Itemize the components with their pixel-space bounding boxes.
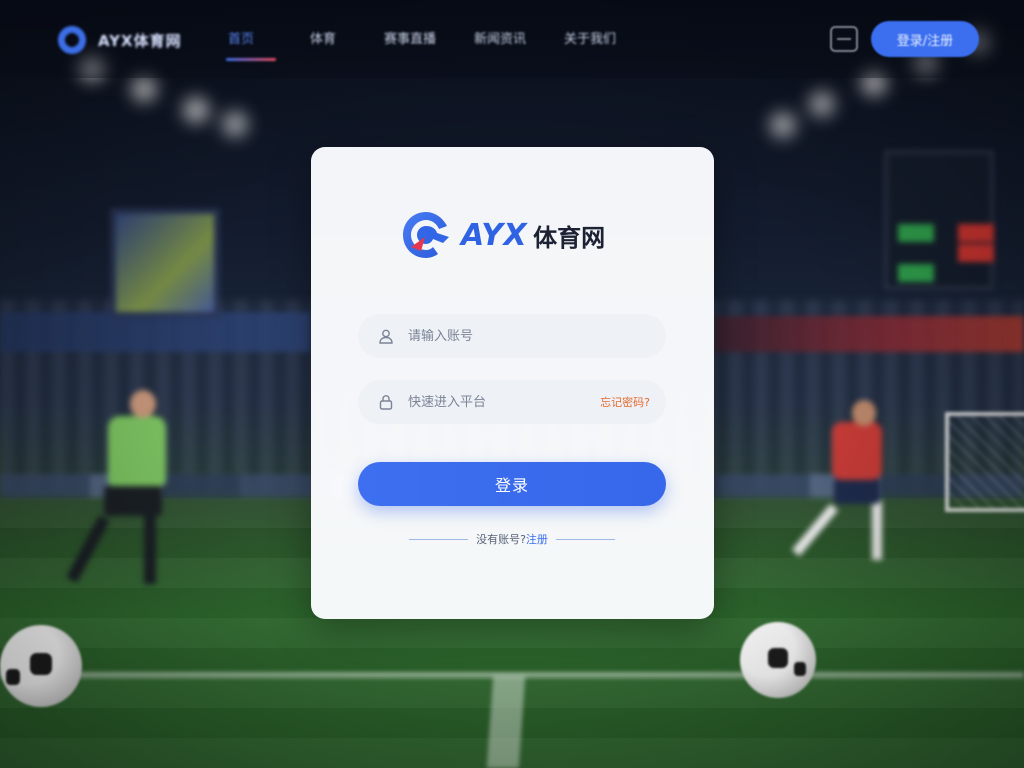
logo-mark-icon [54,24,90,56]
nav-logo[interactable]: AYX体育网 [54,22,182,58]
brand-mark-icon [403,212,449,258]
password-input[interactable] [408,394,601,410]
nav-link-sports[interactable]: 体育 [310,28,384,61]
nav-logo-text: AYX体育网 [98,31,182,50]
brand-logo: AYX 体育网 [399,207,605,263]
username-field[interactable] [358,314,666,358]
login-submit-button[interactable]: 登录 [358,462,666,506]
divider-left [409,538,469,540]
nav-login-register-button[interactable]: 登录/注册 [871,21,979,57]
register-link[interactable]: 注册 [526,533,548,546]
brand-name-chinese: 体育网 [533,223,606,252]
menu-icon[interactable] [830,26,858,52]
register-prompt-text: 没有账号?注册 [476,531,548,547]
user-icon [379,329,393,344]
nav-links: 首页 体育 赛事直播 新闻资讯 关于我们 [226,28,654,61]
lock-icon [379,395,393,410]
register-prompt: 没有账号?注册 [409,531,615,547]
login-card: AYX 体育网 忘记密码? 登录 没有账号?注册 [311,147,714,619]
brand-name-latin: AYX [461,217,528,253]
forgot-password-link[interactable]: 忘记密码? [600,394,650,410]
top-navbar: AYX体育网 首页 体育 赛事直播 新闻资讯 关于我们 登录/注册 [0,0,1024,78]
username-input[interactable] [408,328,650,344]
nav-link-live[interactable]: 赛事直播 [384,28,474,61]
password-field[interactable]: 忘记密码? [358,380,666,424]
nav-link-news[interactable]: 新闻资讯 [474,28,564,61]
nav-link-about[interactable]: 关于我们 [564,28,654,61]
register-prompt-prefix: 没有账号? [476,533,526,546]
divider-right [555,538,615,540]
nav-link-home[interactable]: 首页 [226,28,310,61]
